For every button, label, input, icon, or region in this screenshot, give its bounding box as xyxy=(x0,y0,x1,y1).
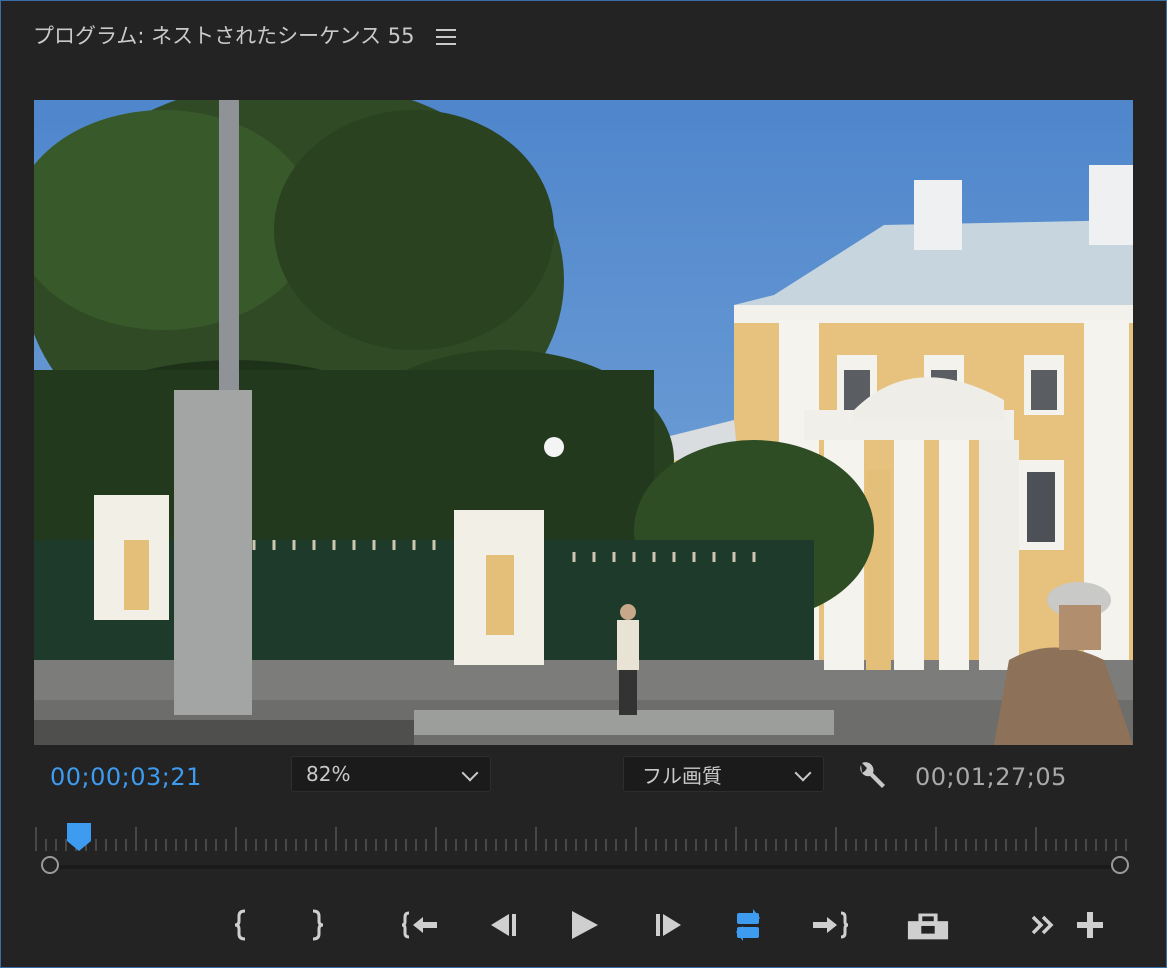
time-ruler[interactable] xyxy=(34,821,1133,855)
loop-icon xyxy=(736,909,760,941)
step-back-button[interactable] xyxy=(482,899,526,951)
current-timecode[interactable]: 00;00;03;21 xyxy=(50,763,202,791)
step-forward-button[interactable] xyxy=(646,899,690,951)
double-chevron-icon xyxy=(1031,915,1054,935)
zoom-value: 82% xyxy=(306,762,351,786)
zoom-scroll-bar[interactable] xyxy=(41,856,1129,878)
more-controls-button[interactable] xyxy=(1021,899,1065,951)
quality-value: フル画質 xyxy=(642,763,722,788)
duration-timecode: 00;01;27;05 xyxy=(915,763,1067,791)
go-to-out-icon xyxy=(813,911,849,939)
mark-out-button[interactable] xyxy=(295,899,339,951)
panel-title[interactable]: プログラム: ネストされたシーケンス 55 xyxy=(33,20,414,50)
button-editor-button[interactable] xyxy=(1068,899,1112,951)
monitor-controls-row: 00;00;03;21 82% フル画質 00;01;27;05 xyxy=(1,753,1167,801)
step-forward-icon xyxy=(656,914,681,936)
export-frame-button[interactable] xyxy=(906,899,950,951)
camera-icon xyxy=(907,913,949,940)
step-back-icon xyxy=(491,914,516,936)
panel-header: プログラム: ネストされたシーケンス 55 xyxy=(33,15,457,55)
chevron-down-icon xyxy=(461,764,479,782)
hamburger-menu-icon[interactable] xyxy=(436,29,457,45)
zoom-handle-left[interactable] xyxy=(41,856,59,874)
video-frame-image xyxy=(34,100,1133,745)
zoom-handle-right[interactable] xyxy=(1111,856,1129,874)
program-monitor-panel: プログラム: ネストされたシーケンス 55 00;00;03;21 82% フル… xyxy=(0,0,1167,968)
mark-in-icon xyxy=(234,909,246,941)
chevron-down-icon xyxy=(794,764,812,782)
zoom-scroll-track[interactable] xyxy=(51,865,1119,869)
go-to-in-icon xyxy=(401,911,437,939)
wrench-icon[interactable] xyxy=(853,759,889,795)
playhead-marker[interactable] xyxy=(67,823,91,851)
go-to-out-button[interactable] xyxy=(807,899,851,951)
mark-out-icon xyxy=(312,909,324,941)
play-button[interactable] xyxy=(562,899,606,951)
transport-controls xyxy=(1,899,1167,951)
loop-button[interactable] xyxy=(726,899,770,951)
zoom-dropdown[interactable]: 82% xyxy=(291,756,491,792)
playback-quality-dropdown[interactable]: フル画質 xyxy=(623,756,824,792)
mark-in-button[interactable] xyxy=(219,899,263,951)
plus-icon xyxy=(1077,912,1103,938)
go-to-in-button[interactable] xyxy=(399,899,443,951)
video-viewer[interactable] xyxy=(34,100,1133,745)
play-icon xyxy=(572,911,598,939)
